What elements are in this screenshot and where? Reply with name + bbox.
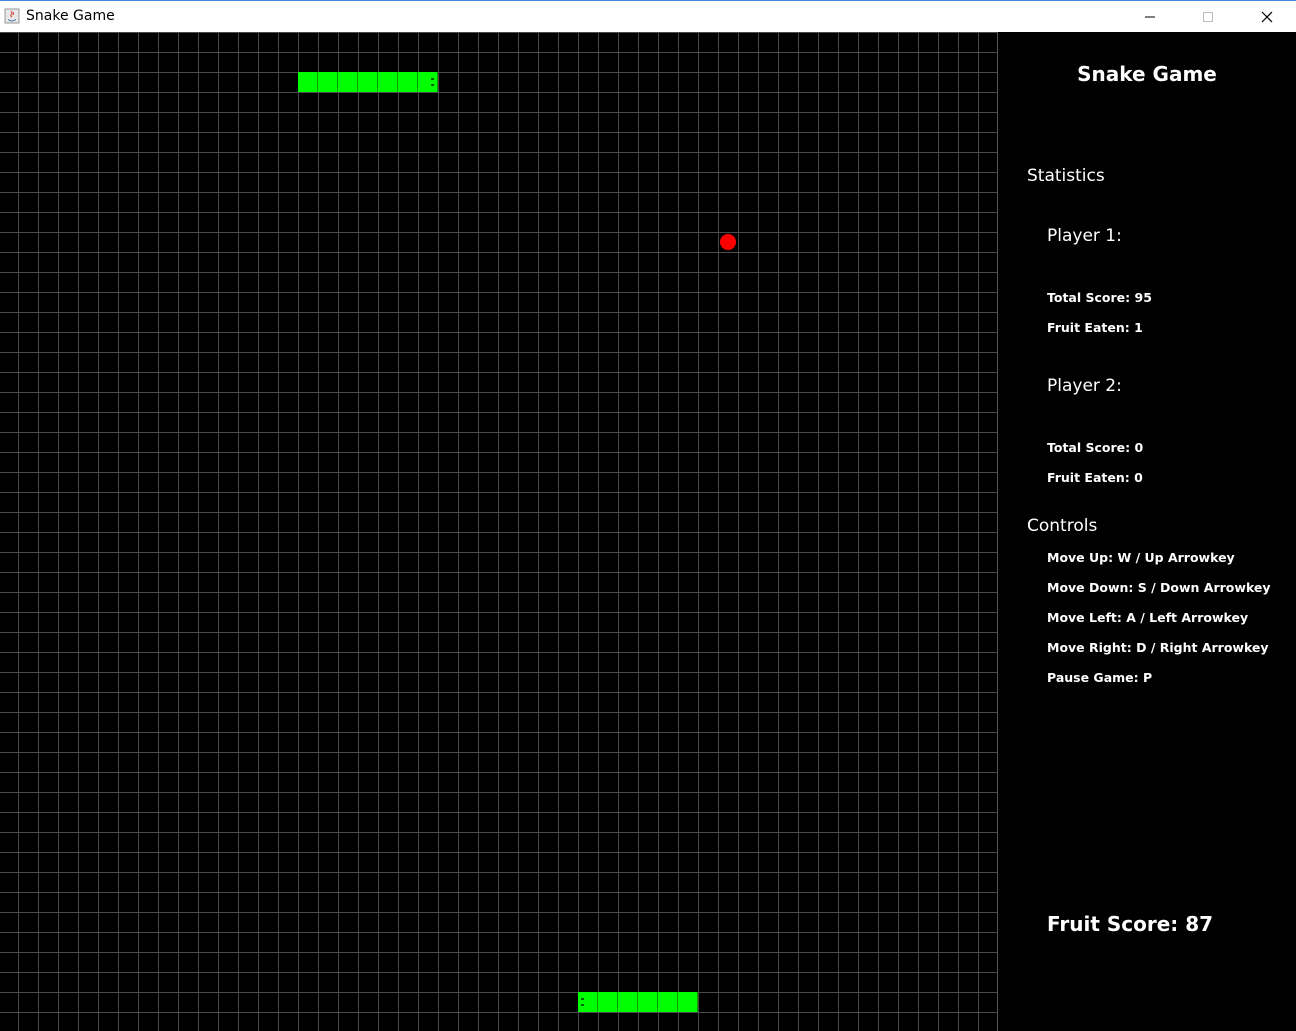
maximize-icon xyxy=(1203,12,1213,22)
snake-head xyxy=(418,72,438,92)
title-bar[interactable]: Snake Game xyxy=(0,0,1296,32)
player-1-heading: Player 1: xyxy=(1047,226,1122,246)
snake-segment xyxy=(358,72,378,92)
window-title: Snake Game xyxy=(26,8,115,24)
snake-segment xyxy=(598,992,618,1012)
minimize-button[interactable] xyxy=(1127,1,1173,32)
java-icon xyxy=(4,8,20,24)
controls-heading: Controls xyxy=(1027,516,1098,536)
player-2-heading: Player 2: xyxy=(1047,376,1122,396)
sidebar-title: Snake Game xyxy=(1077,62,1217,86)
control-pause: Pause Game: P xyxy=(1047,670,1153,685)
control-move-left: Move Left: A / Left Arrowkey xyxy=(1047,610,1249,625)
snake-segment xyxy=(338,72,358,92)
snake-segment xyxy=(658,992,678,1012)
player-1-fruit-eaten: Fruit Eaten: 1 xyxy=(1047,320,1143,335)
snake-segment xyxy=(398,72,418,92)
sidebar-panel: Snake Game Statistics Player 1: Total Sc… xyxy=(998,32,1296,1031)
minimize-icon xyxy=(1145,16,1155,18)
snake-head xyxy=(578,992,598,1012)
snake-segment xyxy=(318,72,338,92)
snake-segment xyxy=(678,992,698,1012)
close-icon xyxy=(1261,11,1273,23)
snake-player-2 xyxy=(578,992,698,1012)
snake-segment xyxy=(298,72,318,92)
fruit-score: Fruit Score: 87 xyxy=(1047,912,1214,936)
maximize-button[interactable] xyxy=(1185,1,1231,32)
snake-segment xyxy=(638,992,658,1012)
control-move-up: Move Up: W / Up Arrowkey xyxy=(1047,550,1235,565)
player-2-fruit-eaten: Fruit Eaten: 0 xyxy=(1047,470,1143,485)
fruit xyxy=(720,234,736,250)
game-window: Snake Game Snake Game Statistics Player … xyxy=(0,0,1296,1031)
snake-segment xyxy=(618,992,638,1012)
game-board[interactable] xyxy=(0,32,998,1031)
control-move-right: Move Right: D / Right Arrowkey xyxy=(1047,640,1269,655)
player-2-total-score: Total Score: 0 xyxy=(1047,440,1144,455)
snake-player-1 xyxy=(298,72,438,92)
snake-segment xyxy=(378,72,398,92)
player-1-total-score: Total Score: 95 xyxy=(1047,290,1152,305)
statistics-heading: Statistics xyxy=(1027,166,1105,186)
control-move-down: Move Down: S / Down Arrowkey xyxy=(1047,580,1271,595)
close-button[interactable] xyxy=(1244,1,1290,32)
